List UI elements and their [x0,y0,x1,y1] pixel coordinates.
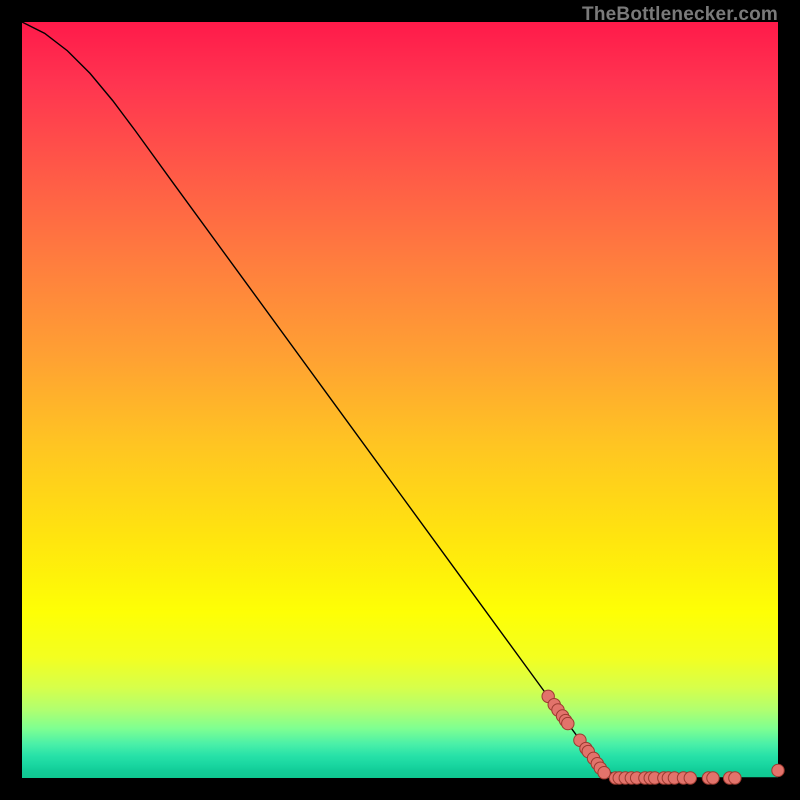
chart-point [684,772,696,784]
chart-point [707,772,719,784]
chart-point [562,717,574,729]
chart-point [729,772,741,784]
chart-point [772,764,784,776]
chart-plot-area: TheBottlenecker.com [22,22,778,778]
chart-point [598,767,610,779]
chart-points [542,690,784,784]
chart-svg [22,22,778,778]
chart-curve [22,22,778,778]
